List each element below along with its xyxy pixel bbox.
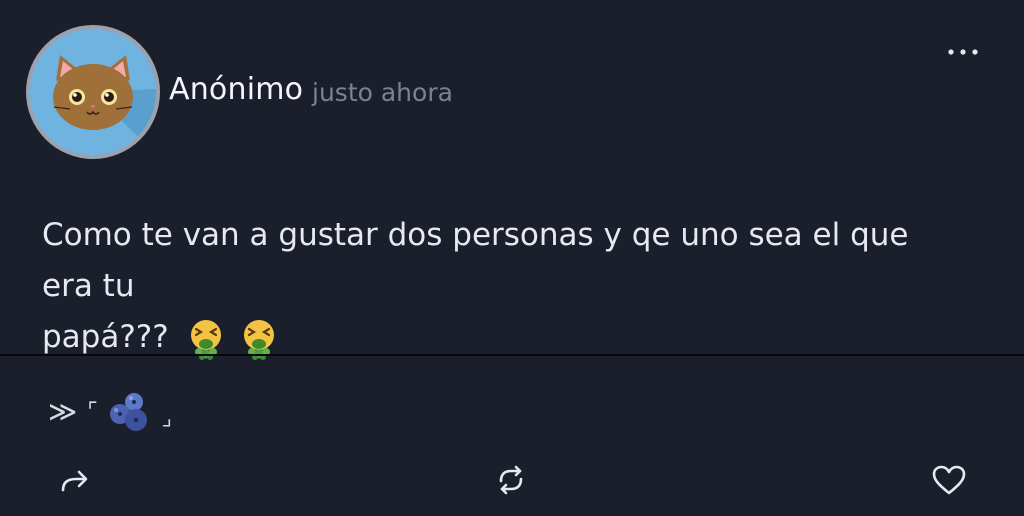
double-chevron-icon: ≫ xyxy=(48,394,78,428)
heart-icon xyxy=(932,465,966,495)
author-name[interactable]: Anónimo xyxy=(169,72,303,107)
like-button[interactable] xyxy=(929,460,969,500)
divider xyxy=(0,354,1024,356)
repost-icon xyxy=(499,465,523,495)
share-button[interactable] xyxy=(54,460,94,500)
community-tag[interactable]: ≫ ⌜ ⌟ xyxy=(48,388,172,434)
bracket-open: ⌜ xyxy=(87,398,98,424)
post-text-line-2-text: papá??? xyxy=(42,319,169,355)
avatar[interactable] xyxy=(26,25,160,159)
post-text-line-1: Como te van a gustar dos personas y qe u… xyxy=(42,217,909,304)
cat-avatar-icon xyxy=(30,29,156,155)
repost-button[interactable] xyxy=(491,460,531,500)
post-timestamp: justo ahora xyxy=(312,78,453,107)
post-card: Anónimo justo ahora Como te van a gustar… xyxy=(0,0,1024,516)
bracket-close: ⌟ xyxy=(161,405,172,431)
share-arrow-icon xyxy=(61,470,88,492)
more-options-icon[interactable] xyxy=(946,44,980,60)
post-body: Como te van a gustar dos personas y qe u… xyxy=(42,210,962,363)
blueberries-icon xyxy=(109,393,147,431)
